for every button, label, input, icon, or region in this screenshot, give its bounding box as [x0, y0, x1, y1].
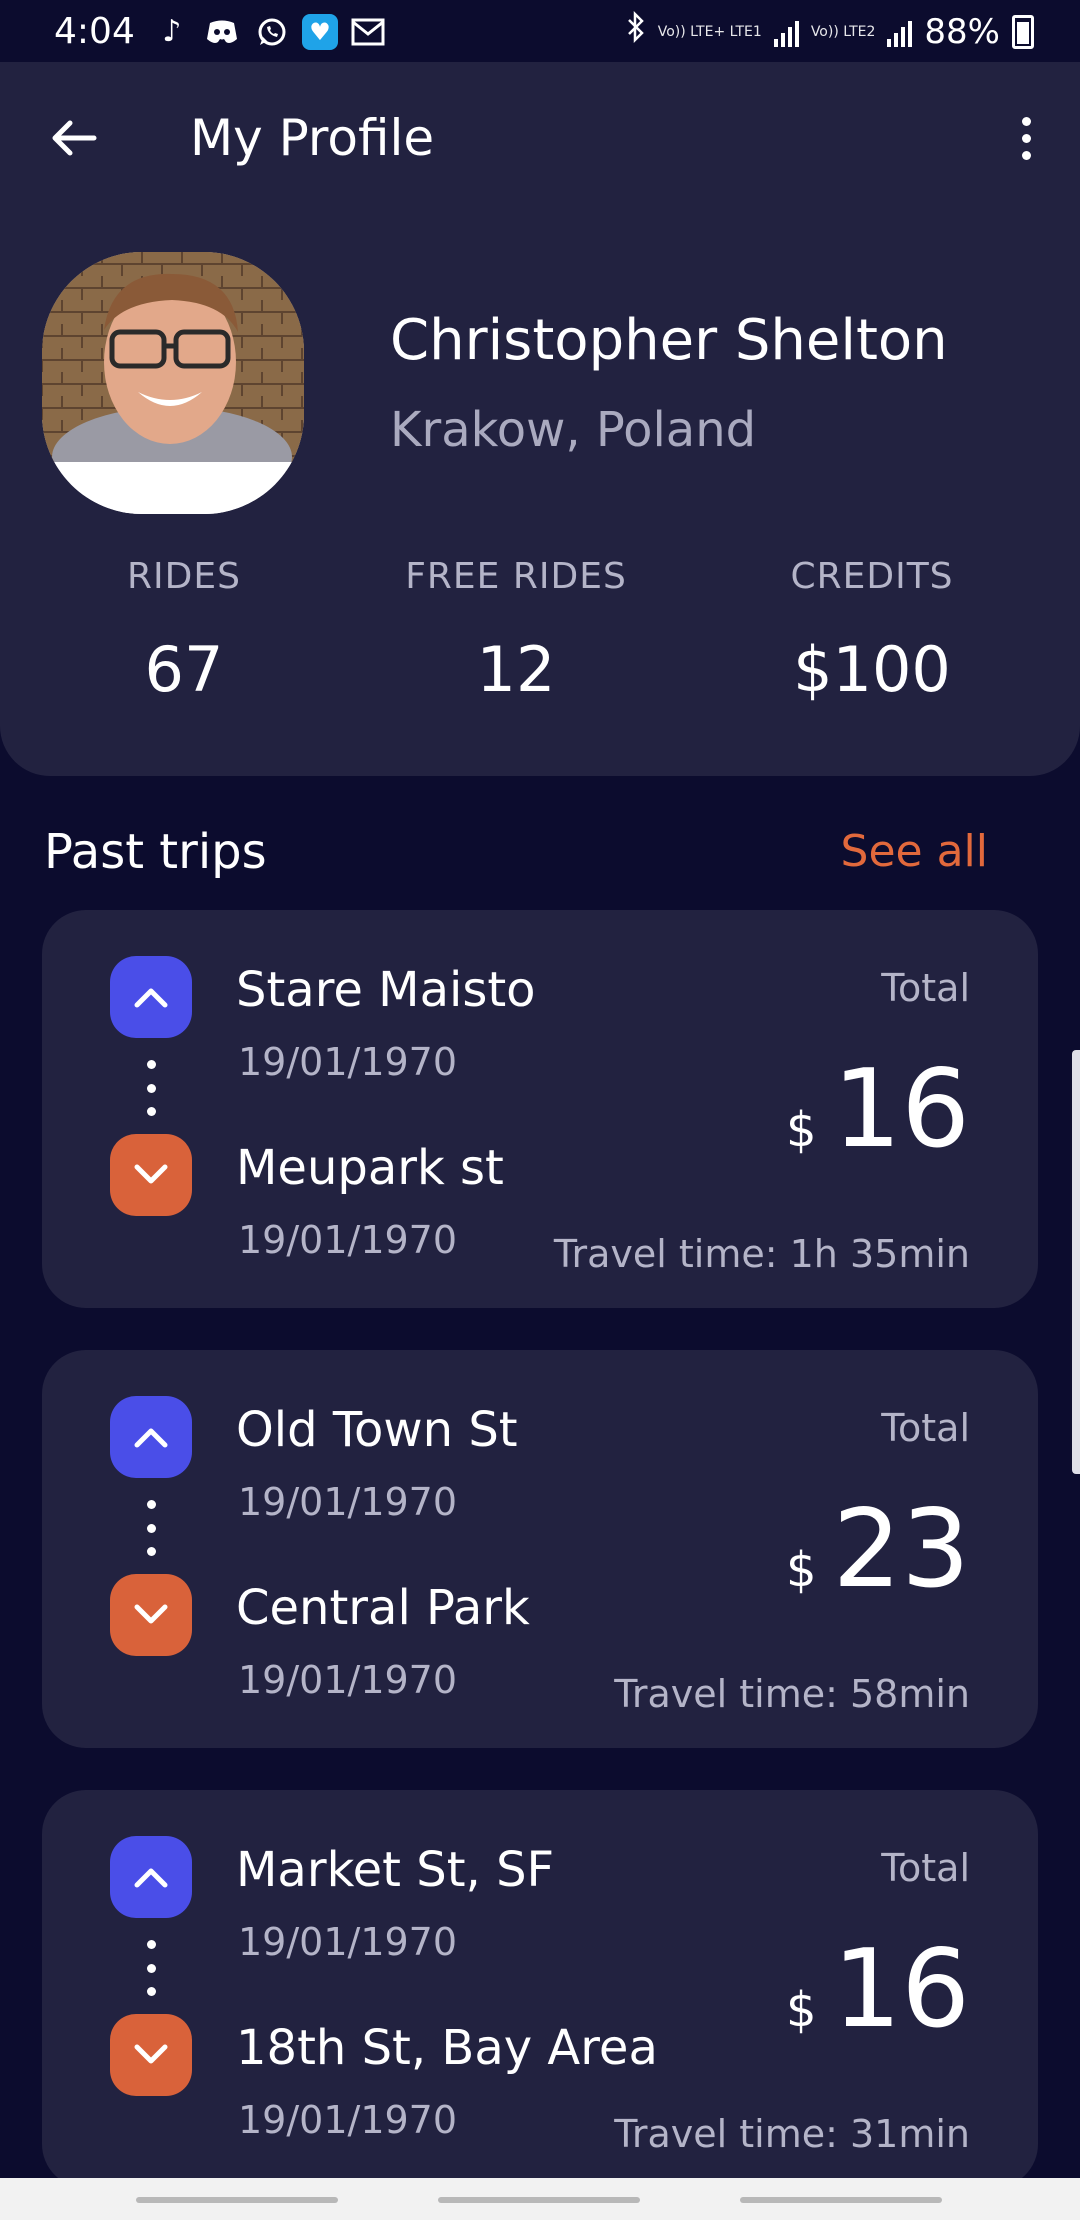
more-vertical-dot: [1021, 150, 1031, 160]
trip-travel-time: Travel time: 1h 35min: [553, 1232, 970, 1276]
trip-to-date: 19/01/1970: [238, 1218, 458, 1262]
trip-to-date: 19/01/1970: [238, 1658, 458, 1702]
lte2-label: Vo)) LTE2: [810, 24, 876, 40]
chevron-up-icon: [134, 1868, 168, 1888]
trip-amount: $ 23: [786, 1490, 970, 1610]
trip-currency: $: [786, 1982, 817, 2038]
trip-from: Stare Maisto: [236, 962, 536, 1018]
signal-icon-2: [887, 17, 913, 47]
nav-back-button[interactable]: [740, 2197, 942, 2203]
status-bar: 4:04 ♪ ♥ Vo)) LTE+ LTE1 Vo)) LTE2 88%: [0, 0, 1080, 62]
more-vertical-dot: [1021, 133, 1031, 143]
trip-travel-time: Travel time: 31min: [614, 2112, 970, 2156]
trip-to-date: 19/01/1970: [238, 2098, 458, 2142]
status-time: 4:04: [54, 11, 135, 52]
more-vertical-icon: [1021, 116, 1031, 126]
trip-card[interactable]: Market St, SF 19/01/1970 18th St, Bay Ar…: [42, 1790, 1038, 2188]
user-name: Christopher Shelton: [390, 308, 948, 373]
trip-to: 18th St, Bay Area: [236, 2020, 658, 2076]
trip-to: Central Park: [236, 1580, 530, 1636]
trip-value: 16: [832, 1927, 970, 2052]
mail-icon: [348, 12, 388, 52]
whatsapp-icon: [252, 12, 292, 52]
trip-value: 23: [832, 1487, 970, 1612]
trip-amount: $ 16: [786, 1050, 970, 1170]
avatar: [42, 252, 304, 514]
page-title: My Profile: [190, 109, 435, 167]
messenger-icon: ♥: [302, 14, 338, 50]
scrollbar[interactable]: [1072, 1050, 1080, 1474]
discord-icon: [202, 12, 242, 52]
dropoff-marker: [110, 1134, 192, 1216]
arrow-left-icon: [52, 120, 97, 156]
stat-free-rides: FREE RIDES 12: [366, 552, 666, 710]
trip-total-label: Total: [881, 1406, 970, 1450]
route-dots: [146, 1060, 156, 1116]
chevron-down-icon: [134, 1164, 168, 1184]
stat-label: CREDITS: [790, 556, 954, 597]
trip-travel-time: Travel time: 58min: [614, 1672, 970, 1716]
trip-currency: $: [786, 1542, 817, 1598]
notification-icons: ♪ ♥: [152, 12, 388, 52]
profile-screen: 4:04 ♪ ♥ Vo)) LTE+ LTE1 Vo)) LTE2 88% My…: [0, 0, 1080, 2220]
trip-to: Meupark st: [236, 1140, 504, 1196]
trip-amount: $ 16: [786, 1930, 970, 2050]
pickup-marker: [110, 1396, 192, 1478]
system-nav-bar: [0, 2178, 1080, 2220]
chevron-up-icon: [134, 1428, 168, 1448]
lte1-label: Vo)) LTE+ LTE1: [657, 24, 762, 40]
trip-value: 16: [832, 1047, 970, 1172]
signal-icon-1: [773, 17, 799, 47]
back-button[interactable]: [46, 110, 102, 166]
trip-from-date: 19/01/1970: [238, 1480, 458, 1524]
chevron-down-icon: [134, 2044, 168, 2064]
see-all-link[interactable]: See all: [841, 820, 988, 884]
stat-label: RIDES: [127, 556, 241, 597]
stat-value: $100: [793, 633, 951, 706]
nav-recent-button[interactable]: [136, 2197, 338, 2203]
user-location: Krakow, Poland: [390, 402, 757, 458]
trip-from-date: 19/01/1970: [238, 1920, 458, 1964]
bluetooth-icon: [626, 10, 646, 54]
route-dots: [146, 1940, 156, 1996]
status-right: Vo)) LTE+ LTE1 Vo)) LTE2 88%: [626, 10, 1034, 54]
stat-rides: RIDES 67: [34, 552, 334, 710]
trip-currency: $: [786, 1102, 817, 1158]
dropoff-marker: [110, 1574, 192, 1656]
trip-card[interactable]: Old Town St 19/01/1970 Central Park 19/0…: [42, 1350, 1038, 1748]
trip-total-label: Total: [881, 966, 970, 1010]
stats-row: RIDES 67 FREE RIDES 12 CREDITS $100: [0, 552, 1080, 712]
stat-value: 12: [476, 633, 556, 706]
chevron-up-icon: [134, 988, 168, 1008]
route-dots: [146, 1500, 156, 1556]
trip-from-date: 19/01/1970: [238, 1040, 458, 1084]
stat-credits: CREDITS $100: [722, 552, 1022, 710]
nav-home-button[interactable]: [438, 2197, 640, 2203]
pickup-marker: [110, 1836, 192, 1918]
trip-total-label: Total: [881, 1846, 970, 1890]
trip-from: Market St, SF: [236, 1842, 555, 1898]
battery-icon: [1012, 15, 1034, 49]
chevron-down-icon: [134, 1604, 168, 1624]
stat-label: FREE RIDES: [405, 556, 627, 597]
trip-from: Old Town St: [236, 1402, 518, 1458]
profile-card: My Profile Christopher Shelton Krakow, P…: [0, 62, 1080, 776]
battery-percent: 88%: [924, 12, 1000, 52]
dropoff-marker: [110, 2014, 192, 2096]
pickup-marker: [110, 956, 192, 1038]
more-options-button[interactable]: [998, 106, 1054, 170]
past-trips-title: Past trips: [44, 824, 267, 880]
trip-card[interactable]: Stare Maisto 19/01/1970 Meupark st 19/01…: [42, 910, 1038, 1308]
avatar-photo: [42, 252, 304, 514]
music-note-icon: ♪: [162, 14, 182, 49]
stat-value: 67: [144, 633, 224, 706]
